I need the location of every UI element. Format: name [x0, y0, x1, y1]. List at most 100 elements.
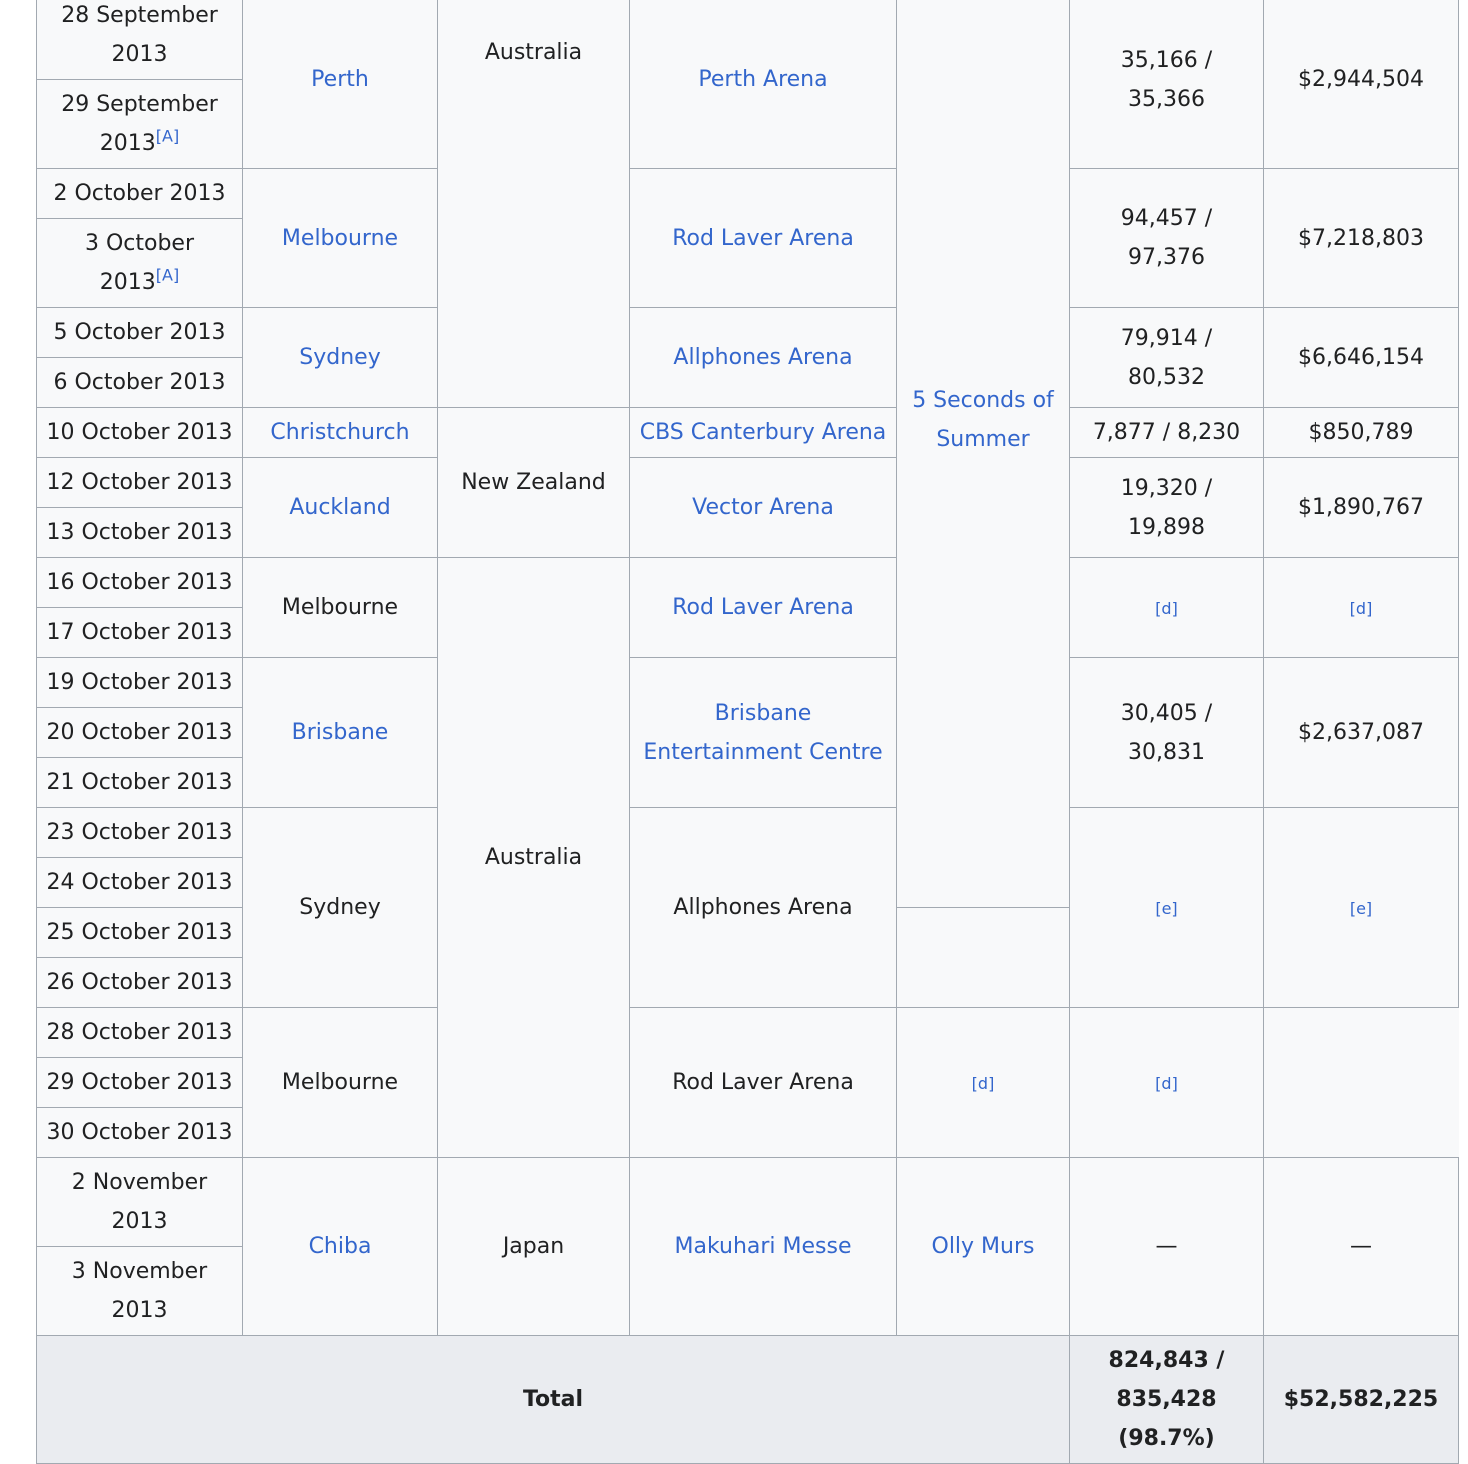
city-link[interactable]: Sydney	[299, 345, 380, 370]
revenue-cell: [d]	[1069, 1007, 1264, 1158]
venue-cell: Perth Arena	[629, 0, 897, 169]
revenue-cell: [e]	[1263, 807, 1459, 1008]
date-cell: 29 September 2013[A]	[36, 79, 243, 169]
country-cell: Australia	[437, 0, 630, 408]
venue-cell: Rod Laver Arena	[629, 1007, 897, 1158]
venue-cell: Makuhari Messe	[629, 1157, 897, 1336]
date-cell: 28 October 2013	[36, 1007, 243, 1058]
date-cell: 2 November 2013	[36, 1157, 243, 1247]
date-cell: 21 October 2013	[36, 757, 243, 808]
attendance-cell: 35,166 / 35,366	[1069, 0, 1264, 169]
revenue-cell: $2,637,087	[1263, 657, 1459, 808]
date-cell: 16 October 2013	[36, 557, 243, 608]
revenue-cell: $6,646,154	[1263, 307, 1459, 408]
venue-link[interactable]: Makuhari Messe	[674, 1234, 851, 1259]
attendance-cell: 79,914 / 80,532	[1069, 307, 1264, 408]
footnote-ref[interactable]: [d]	[1155, 1074, 1178, 1093]
venue-cell: Allphones Arena	[629, 807, 897, 1008]
date-cell: 10 October 2013	[36, 407, 243, 458]
city-link[interactable]: Melbourne	[282, 226, 398, 251]
opening-act-link[interactable]: 5 Seconds of Summer	[912, 388, 1054, 452]
date-cell: 30 October 2013	[36, 1107, 243, 1158]
venue-link[interactable]: Vector Arena	[692, 495, 834, 520]
venue-cell: CBS Canterbury Arena	[629, 407, 897, 458]
revenue-cell: $850,789	[1263, 407, 1459, 458]
city-cell: Perth	[242, 0, 438, 169]
date-cell: 19 October 2013	[36, 657, 243, 708]
attendance-cell: 94,457 / 97,376	[1069, 168, 1264, 308]
footnote-ref[interactable]: [A]	[156, 266, 179, 285]
revenue-cell: $1,890,767	[1263, 457, 1459, 558]
attendance-cell: 19,320 / 19,898	[1069, 457, 1264, 558]
table-row: 5 October 2013 Sydney Allphones Arena 79…	[36, 307, 1459, 408]
total-revenue: $52,582,225	[1263, 1335, 1459, 1464]
venue-link[interactable]: Allphones Arena	[673, 345, 852, 370]
city-cell: Sydney	[242, 807, 438, 1008]
opening-act-cell: Olly Murs	[896, 1157, 1070, 1336]
date-cell: 23 October 2013	[36, 807, 243, 858]
table-row: 28 October 2013 Melbourne Rod Laver Aren…	[36, 1007, 1459, 1158]
attendance-cell: 7,877 / 8,230	[1069, 407, 1264, 458]
city-link[interactable]: Brisbane	[292, 720, 389, 745]
attendance-cell: 30,405 / 30,831	[1069, 657, 1264, 808]
footnote-ref[interactable]: [e]	[1155, 899, 1177, 918]
date-cell: 24 October 2013	[36, 857, 243, 908]
table-row: 16 October 2013 Melbourne Australia Rod …	[36, 557, 1459, 1158]
venue-link[interactable]: CBS Canterbury Arena	[640, 420, 887, 445]
revenue-cell: [d]	[1263, 557, 1459, 658]
city-cell: Melbourne	[242, 168, 438, 308]
city-link[interactable]: Christchurch	[270, 420, 409, 445]
city-cell: Chiba	[242, 1157, 438, 1336]
table-row: 23 October 2013 Sydney Allphones Arena […	[36, 807, 1459, 1008]
date-cell: 25 October 2013	[36, 907, 243, 958]
footnote-ref[interactable]: [d]	[972, 1074, 995, 1093]
footnote-ref[interactable]: [e]	[1350, 899, 1372, 918]
date-cell: 3 October 2013[A]	[36, 218, 243, 308]
total-attendance: 824,843 /835,428 (98.7%)	[1069, 1335, 1264, 1464]
venue-cell: Rod Laver Arena	[629, 557, 897, 658]
table-row: 28 September 2013 Perth Australia Perth …	[36, 0, 1459, 908]
opening-act-cell: 5 Seconds of Summer	[896, 0, 1070, 908]
footnote-ref[interactable]: [d]	[1350, 599, 1373, 618]
total-row: Total 824,843 /835,428 (98.7%) $52,582,22…	[36, 1335, 1459, 1464]
date-cell: 28 September 2013	[36, 0, 243, 80]
city-cell: Brisbane	[242, 657, 438, 808]
city-cell: Melbourne	[242, 1007, 438, 1158]
date-cell: 17 October 2013	[36, 607, 243, 658]
table-row: 10 October 2013 Christchurch New Zealand…	[36, 407, 1459, 558]
revenue-cell: $7,218,803	[1263, 168, 1459, 308]
venue-link[interactable]: Brisbane Entertainment Centre	[643, 701, 882, 765]
venue-cell: Allphones Arena	[629, 307, 897, 408]
date-cell: 6 October 2013	[36, 357, 243, 408]
date-cell: 20 October 2013	[36, 707, 243, 758]
city-cell: Auckland	[242, 457, 438, 558]
date-cell: 26 October 2013	[36, 957, 243, 1008]
venue-cell: Vector Arena	[629, 457, 897, 558]
venue-cell: Rod Laver Arena	[629, 168, 897, 308]
table-row: 2 October 2013 Melbourne Rod Laver Arena…	[36, 168, 1459, 308]
attendance-cell: [d]	[1069, 557, 1264, 658]
footnote-ref[interactable]: [d]	[1155, 599, 1178, 618]
venue-link[interactable]: Perth Arena	[698, 67, 827, 92]
country-cell: Australia	[437, 557, 630, 1158]
footnote-ref[interactable]: [A]	[156, 127, 179, 146]
date-cell: 13 October 2013	[36, 507, 243, 558]
city-link[interactable]: Perth	[311, 67, 369, 92]
city-link[interactable]: Auckland	[289, 495, 390, 520]
venue-link[interactable]: Rod Laver Arena	[672, 226, 854, 251]
venue-link[interactable]: Rod Laver Arena	[672, 595, 854, 620]
tour-dates-table: 28 September 2013 Perth Australia Perth …	[36, 0, 1459, 1464]
revenue-cell: —	[1263, 1157, 1459, 1336]
attendance-cell: —	[1069, 1157, 1264, 1336]
date-cell: 3 November 2013	[36, 1246, 243, 1336]
venue-cell: Brisbane Entertainment Centre	[629, 657, 897, 808]
country-cell: Japan	[437, 1157, 630, 1336]
country-cell: New Zealand	[437, 407, 630, 558]
attendance-cell: [d]	[896, 1007, 1070, 1158]
date-cell: 5 October 2013	[36, 307, 243, 358]
city-cell: Sydney	[242, 307, 438, 408]
attendance-cell: [e]	[1069, 807, 1264, 1008]
city-cell: Melbourne	[242, 557, 438, 658]
city-link[interactable]: Chiba	[309, 1234, 372, 1259]
opening-act-link[interactable]: Olly Murs	[932, 1234, 1035, 1259]
